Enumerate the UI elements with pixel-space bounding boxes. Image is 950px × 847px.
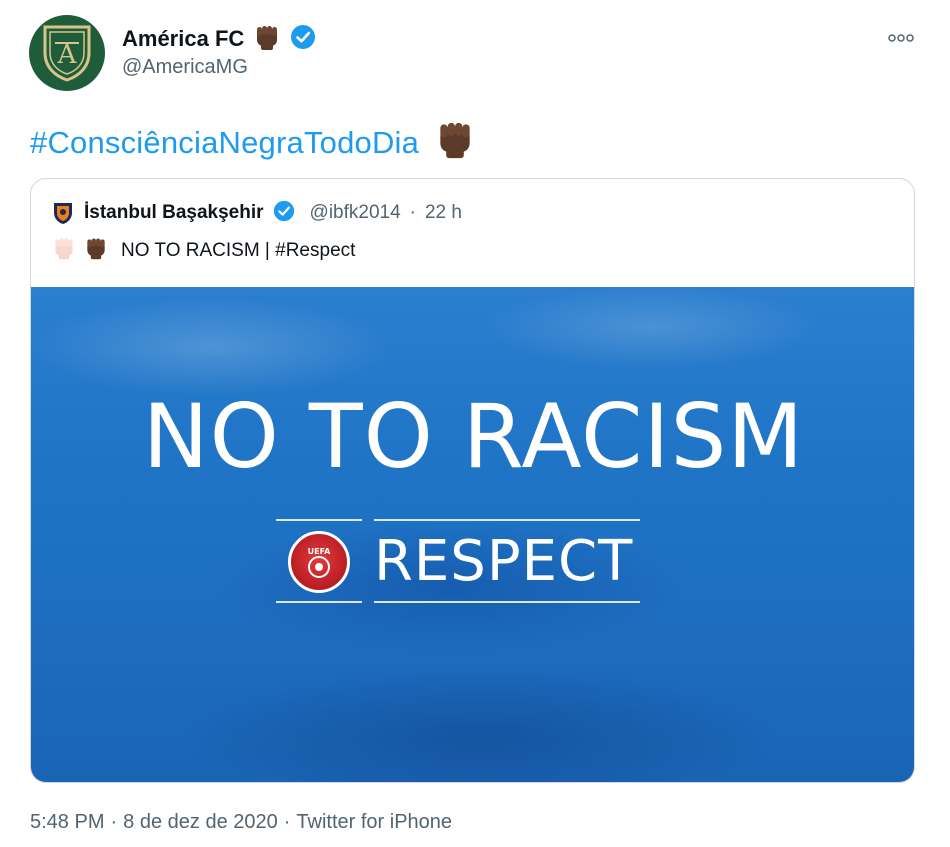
author-name[interactable]: América FC [122,26,244,52]
tweet-metadata: 5:48 PM · 8 de dez de 2020 · Twitter for… [30,811,452,834]
media-respect-word: RESPECT [374,529,634,594]
tweet-text: #ConsciênciaNegraTodoDia [30,117,477,169]
media-headline: NO TO RACISM [142,385,805,488]
quoted-text-content: NO TO RACISM | #Respect [121,240,356,261]
verified-badge-icon [290,24,316,55]
raised-fist-dark-icon [83,235,109,267]
quoted-author-name[interactable]: İstanbul Başakşehir [84,202,264,224]
respect-lockup: UEFA RESPECT [276,517,641,607]
divider [374,601,640,603]
tweet-date[interactable]: 8 de dez de 2020 [123,811,278,834]
quoted-tweet-text: NO TO RACISM | #Respect [51,235,355,267]
uefa-badge-text: UEFA [308,547,332,556]
raised-fist-dark-icon [252,22,282,57]
america-fc-crest-icon: A [43,25,91,82]
author-avatar[interactable]: A [29,15,105,91]
author-name-row[interactable]: América FC [122,24,316,54]
divider [276,519,362,521]
divider [374,519,640,521]
tweet-time[interactable]: 5:48 PM [30,811,104,834]
tweet-source[interactable]: Twitter for iPhone [296,811,452,834]
uefa-logo-icon: UEFA [288,531,350,593]
author-handle[interactable]: @AmericaMG [122,56,248,79]
quoted-timestamp[interactable]: 22 h [425,202,462,224]
separator: · [110,811,118,833]
raised-fist-light-icon [51,235,77,267]
divider [276,601,362,603]
tweet: A América FC @AmericaMG #ConsciênciaNegr… [0,0,950,847]
more-options-icon[interactable] [886,26,916,50]
verified-badge-icon [273,200,295,227]
separator: · [283,811,291,833]
quoted-tweet-card[interactable]: İstanbul Başakşehir @ibfk2014 · 22 h NO … [30,178,915,783]
quoted-media-image[interactable]: NO TO RACISM UEFA RESPECT [31,287,914,782]
separator: · [409,202,416,223]
basaksehir-crest-icon [54,203,72,224]
hashtag-link[interactable]: #ConsciênciaNegraTodoDia [30,125,419,161]
quoted-author-handle[interactable]: @ibfk2014 [310,202,401,224]
quoted-author-avatar[interactable] [51,201,75,225]
svg-text:A: A [57,40,78,70]
quoted-tweet-header: İstanbul Başakşehir @ibfk2014 · 22 h [51,199,462,227]
raised-fist-dark-icon [433,117,477,169]
